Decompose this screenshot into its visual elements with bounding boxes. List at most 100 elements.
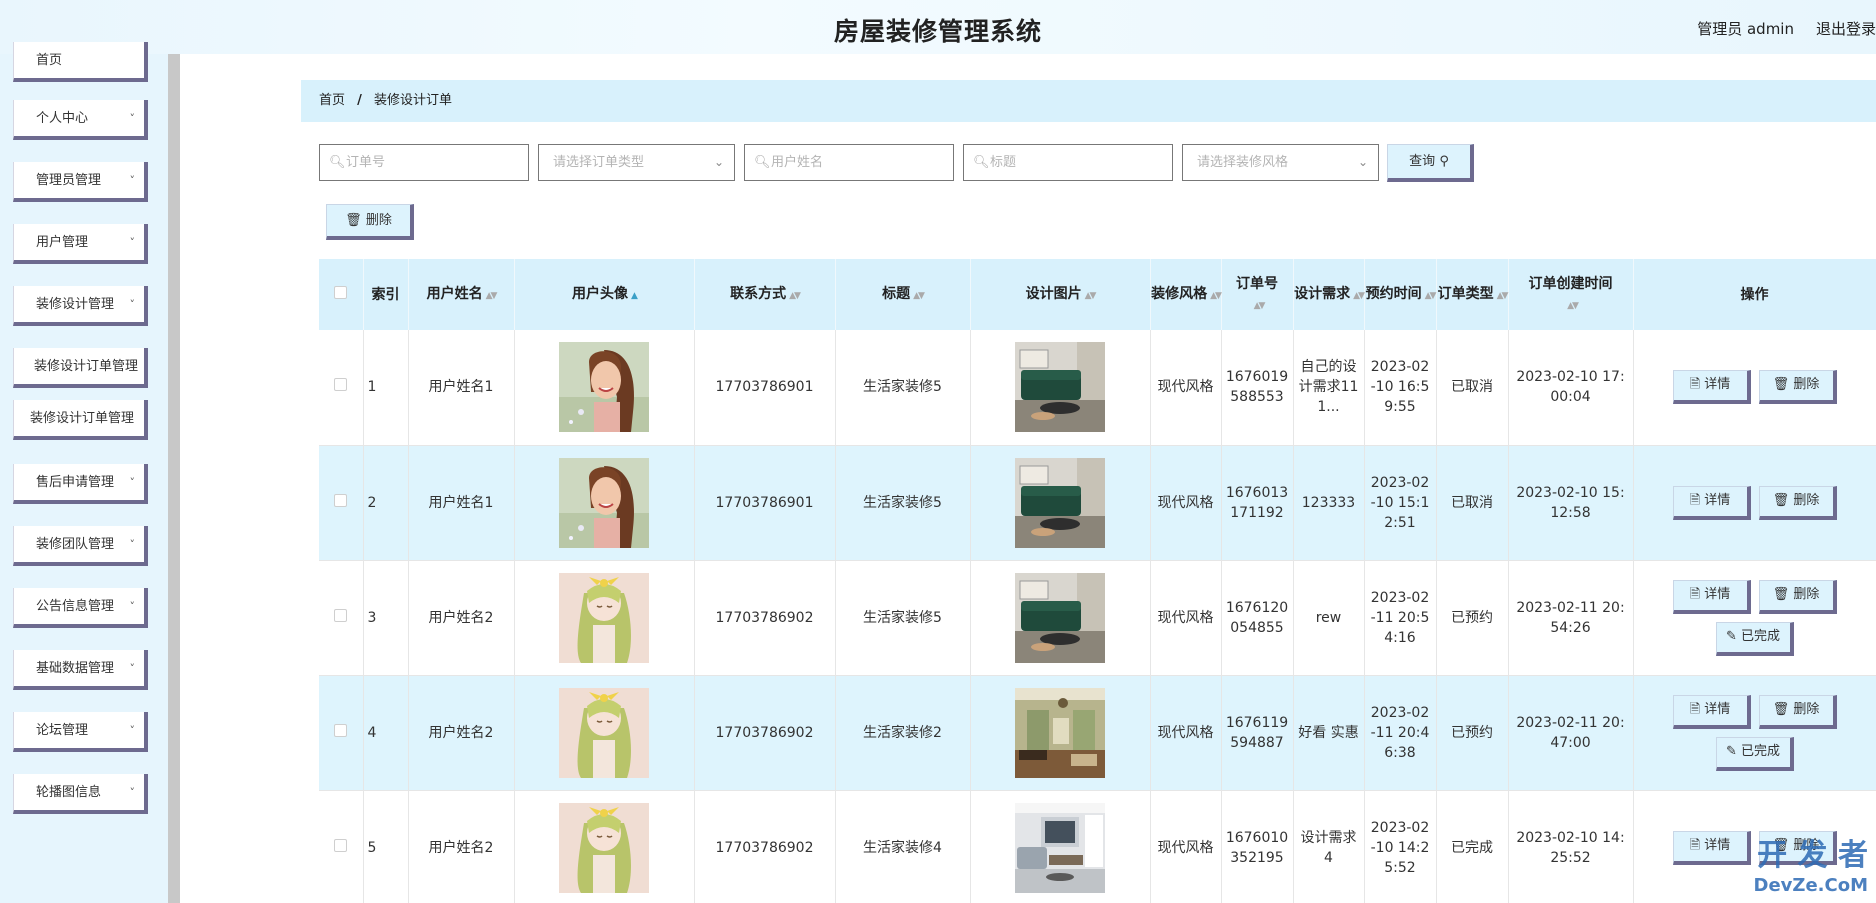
sort-icon[interactable]: ▲▼ [1497,286,1509,306]
sidebar-item-user-management[interactable]: 用户管理 ˅ [13,224,148,264]
row-checkbox[interactable] [334,723,348,737]
col-style[interactable]: 装修风格 ▲▼ [1150,259,1222,330]
sidebar-item-design-order-management-sub[interactable]: 装修设计订单管理 [13,400,148,440]
delete-button[interactable]: 🗑︎ 删除 [1758,370,1837,405]
row-checkbox[interactable] [334,378,348,392]
sort-icon[interactable]: ▲▼ [486,286,498,306]
sidebar-item-notice-management[interactable]: 公告信息管理 ˅ [13,588,148,628]
user-avatar-image[interactable] [559,572,649,663]
sidebar-item-carousel-info[interactable]: 轮播图信息 ˅ [13,774,148,814]
order-no-input[interactable]: 🔍︎ 订单号 [319,144,529,181]
sort-icon[interactable]: ▲▼ [1425,286,1437,306]
row-appointment: 2023-02-10 16:59:55 [1370,359,1430,416]
row-select-cell[interactable] [319,330,364,446]
design-image[interactable] [1015,572,1105,663]
sort-asc-icon[interactable]: ▲ [631,286,638,306]
order-type-select[interactable]: 请选择订单类型 ⌄ [538,144,735,181]
sidebar-item-aftersale-management[interactable]: 售后申请管理 ˅ [13,464,148,504]
user-avatar-image[interactable] [559,687,649,778]
chevron-down-icon: ˅ [129,112,136,125]
sidebar-item-team-management[interactable]: 装修团队管理 ˅ [13,526,148,566]
row-phone: 17703786902 [715,724,814,741]
row-order-type-cell: 已取消 [1436,330,1509,446]
design-image[interactable] [1015,342,1105,433]
sidebar-item-home[interactable]: 首页 [13,42,148,82]
sidebar-scrollbar[interactable] [168,54,180,903]
col-user-name[interactable]: 用户姓名 ▲▼ [408,259,515,330]
detail-button[interactable]: 🗎︎ 详情 [1672,579,1751,614]
col-created[interactable]: 订单创建时间 ▲▼ [1508,259,1634,330]
table-header-row: 索引 用户姓名 ▲▼ 用户头像 ▲ 联系方式 ▲▼ 标题 ▲▼ 设计图片 ▲▼ 装修风格 ▲… [319,259,1876,330]
sort-icon[interactable]: ▲▼ [1210,286,1222,306]
col-phone[interactable]: 联系方式 ▲▼ [694,259,836,330]
sidebar-item-forum-management[interactable]: 论坛管理 ˅ [13,712,148,752]
sidebar-item-admin-management[interactable]: 管理员管理 ˅ [13,162,148,202]
row-select-cell[interactable] [319,560,364,676]
col-design-image[interactable]: 设计图片 ▲▼ [970,259,1151,330]
row-requirement-cell: 设计需求4 [1293,790,1365,903]
row-order-no: 1676013171192 [1225,484,1289,521]
row-phone-cell: 17703786902 [694,675,836,791]
delete-button[interactable]: 🗑︎ 删除 [1758,694,1837,729]
sort-icon[interactable]: ▲▼ [1567,296,1579,316]
batch-delete-button[interactable]: 🗑︎ 删除 [326,204,414,240]
delete-button[interactable]: 🗑︎ 删除 [1758,579,1837,614]
row-created: 2023-02-11 20:47:00 [1516,714,1625,751]
row-select-cell[interactable] [319,790,364,903]
row-avatar-cell [514,560,695,676]
row-index: 5 [367,839,377,856]
query-button[interactable]: 查询 ⚲ [1387,144,1474,182]
row-user-name-cell: 用户姓名1 [408,445,515,561]
col-appointment[interactable]: 预约时间 ▲▼ [1364,259,1437,330]
design-image[interactable] [1015,802,1105,893]
user-avatar-image[interactable] [559,342,649,433]
col-order-no[interactable]: 订单号 ▲▼ [1221,259,1294,330]
design-image[interactable] [1015,457,1105,548]
title-placeholder: 标题 [990,155,1017,170]
select-all-checkbox[interactable] [334,285,348,299]
row-select-cell[interactable] [319,675,364,791]
title-input[interactable]: 🔍︎ 标题 [963,144,1173,181]
detail-button[interactable]: 🗎︎ 详情 [1672,370,1751,405]
row-order-type: 已完成 [1451,839,1493,856]
delete-label: 删除 [1793,586,1820,602]
complete-button[interactable]: ✎ 已完成 [1715,736,1794,771]
row-checkbox[interactable] [334,493,348,507]
design-image[interactable] [1015,687,1105,778]
col-requirement[interactable]: 设计需求 ▲▼ [1293,259,1365,330]
row-created-cell: 2023-02-10 17:00:04 [1508,330,1634,446]
sidebar-item-personal-center[interactable]: 个人中心 ˅ [13,100,148,140]
row-actions-cell: 🗎︎ 详情 🗑︎ 删除 [1633,445,1876,561]
sidebar-item-design-order-management[interactable]: 装修设计订单管理 [13,348,148,388]
sort-icon[interactable]: ▲▼ [913,286,925,306]
complete-button[interactable]: ✎ 已完成 [1715,621,1794,656]
select-all-cell[interactable] [319,259,364,330]
style-select[interactable]: 请选择装修风格 ⌄ [1182,144,1379,181]
row-style-cell: 现代风格 [1150,330,1222,446]
col-avatar[interactable]: 用户头像 ▲ [514,259,695,330]
row-select-cell[interactable] [319,445,364,561]
delete-button[interactable]: 🗑︎ 删除 [1758,485,1837,520]
user-avatar-image[interactable] [559,802,649,893]
sort-icon[interactable]: ▲▼ [789,286,801,306]
row-checkbox[interactable] [334,838,348,852]
breadcrumb-home[interactable]: 首页 [319,93,345,108]
detail-button[interactable]: 🗎︎ 详情 [1672,485,1751,520]
row-checkbox[interactable] [334,608,348,622]
row-order-no-cell: 1676019588553 [1221,330,1294,446]
col-created-label: 订单创建时间 [1528,275,1613,292]
row-phone: 17703786901 [715,379,814,396]
user-name-input[interactable]: 🔍︎ 用户姓名 [744,144,954,181]
col-order-type[interactable]: 订单类型 ▲▼ [1436,259,1509,330]
detail-button[interactable]: 🗎︎ 详情 [1672,830,1751,865]
col-title[interactable]: 标题 ▲▼ [835,259,971,330]
sort-icon[interactable]: ▲▼ [1353,286,1365,306]
sidebar-item-base-data-management[interactable]: 基础数据管理 ˅ [13,650,148,690]
sort-icon[interactable]: ▲▼ [1254,296,1266,316]
logout-link[interactable]: 退出登录 [1816,18,1876,39]
detail-button[interactable]: 🗎︎ 详情 [1672,694,1751,729]
sort-icon[interactable]: ▲▼ [1085,286,1097,306]
sidebar-item-label: 装修设计管理 [36,297,115,312]
user-avatar-image[interactable] [559,457,649,548]
sidebar-item-design-management[interactable]: 装修设计管理 ˅ [13,286,148,326]
